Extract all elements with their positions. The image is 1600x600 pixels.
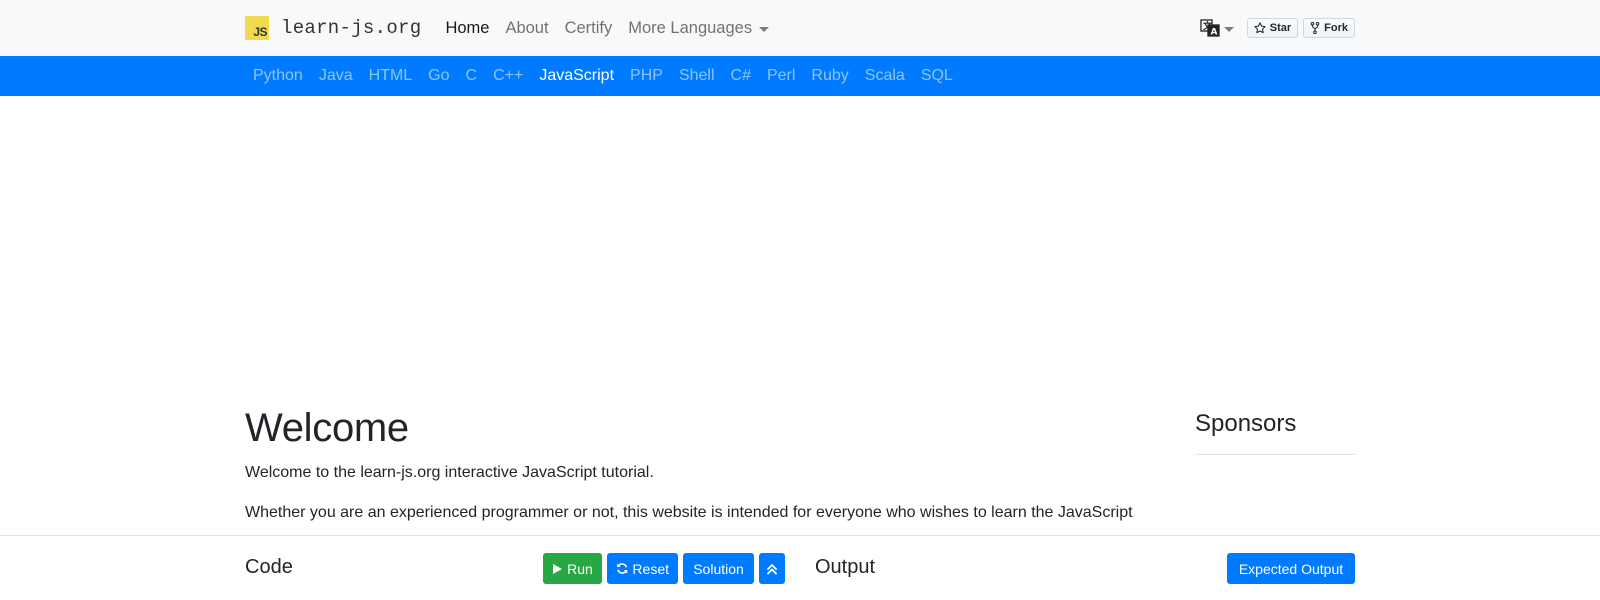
chevron-down-icon — [759, 26, 770, 32]
expand-button[interactable] — [759, 553, 785, 584]
star-label: Star — [1269, 22, 1292, 34]
sponsors-title: Sponsors — [1195, 410, 1355, 455]
lang-shell[interactable]: Shell — [679, 67, 715, 85]
reset-button[interactable]: Reset — [607, 553, 678, 584]
top-navbar: JS learn-js.org Home About Certify More … — [0, 0, 1600, 56]
intro-paragraph: Welcome to the learn-js.org interactive … — [245, 464, 654, 481]
run-button[interactable]: Run — [543, 553, 602, 584]
code-toolbar: Code Run Reset Solution Output Expected … — [0, 535, 1600, 600]
page-title: Welcome — [245, 406, 409, 450]
solution-button[interactable]: Solution — [683, 553, 754, 584]
nav-home[interactable]: Home — [445, 19, 489, 38]
top-nav: Home About Certify More Languages — [445, 19, 785, 38]
brand-link[interactable]: JS learn-js.org — [245, 16, 421, 40]
nav-more-languages-label: More Languages — [628, 18, 753, 37]
github-star-button[interactable]: Star — [1246, 18, 1299, 38]
svg-text:A: A — [1210, 28, 1217, 38]
output-label: Output — [815, 556, 876, 578]
nav-more-languages[interactable]: More Languages — [628, 18, 770, 38]
lang-go[interactable]: Go — [428, 67, 449, 85]
lang-c[interactable]: C — [466, 67, 478, 85]
code-label: Code — [245, 556, 293, 578]
translate-icon: 文 A — [1200, 19, 1220, 38]
lang-scala[interactable]: Scala — [865, 67, 905, 85]
lang-sql[interactable]: SQL — [921, 67, 953, 85]
main-content: Welcome Welcome to the learn-js.org inte… — [0, 96, 1600, 536]
play-icon — [553, 563, 563, 574]
lang-php[interactable]: PHP — [630, 67, 663, 85]
github-fork-button[interactable]: Fork — [1303, 18, 1355, 38]
lang-perl[interactable]: Perl — [767, 67, 795, 85]
lang-java[interactable]: Java — [319, 67, 353, 85]
nav-about[interactable]: About — [505, 19, 548, 38]
article: Welcome Welcome to the learn-js.org inte… — [245, 406, 1155, 541]
lang-cpp[interactable]: C++ — [493, 67, 523, 85]
lang-html[interactable]: HTML — [369, 67, 413, 85]
star-icon — [1254, 22, 1266, 34]
fork-icon — [1310, 22, 1320, 34]
translate-chevron-down-icon — [1223, 26, 1234, 32]
translate-dropdown[interactable]: 文 A — [1200, 18, 1234, 38]
lang-ruby[interactable]: Ruby — [811, 67, 848, 85]
lang-javascript[interactable]: JavaScript — [539, 67, 614, 85]
sponsors-sidebar: Sponsors — [1195, 410, 1355, 455]
refresh-icon — [617, 563, 628, 574]
chevron-double-up-icon — [767, 563, 777, 574]
top-right-tools: 文 A Star Fork — [1200, 0, 1355, 56]
nav-certify[interactable]: Certify — [565, 19, 613, 38]
brand-name: learn-js.org — [281, 17, 422, 39]
js-logo-icon: JS — [245, 16, 269, 40]
lang-python[interactable]: Python — [253, 67, 303, 85]
expected-output-button[interactable]: Expected Output — [1227, 553, 1355, 584]
language-bar: Python Java HTML Go C C++ JavaScript PHP… — [0, 56, 1600, 96]
description-paragraph: Whether you are an experienced programme… — [245, 504, 1133, 521]
lang-csharp[interactable]: C# — [731, 67, 751, 85]
fork-label: Fork — [1324, 22, 1348, 34]
